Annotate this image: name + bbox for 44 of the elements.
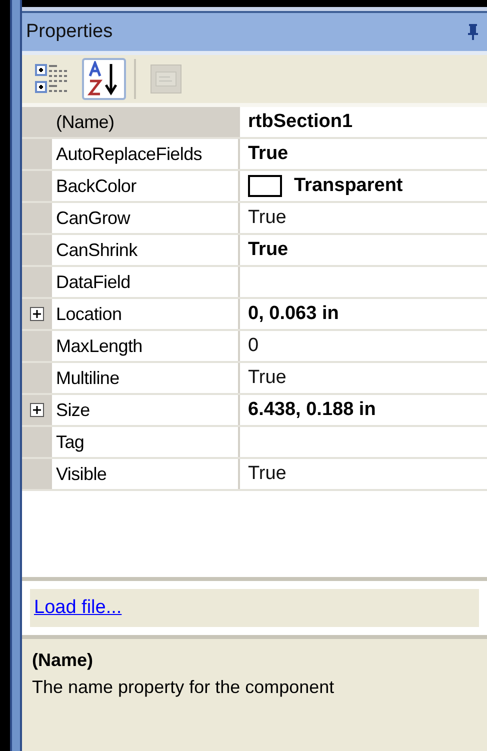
property-value: Transparent [294, 174, 403, 198]
alphabetical-button[interactable] [82, 58, 126, 100]
property-value: True [248, 462, 286, 486]
property-name: Visible [56, 462, 107, 486]
categorized-icon [35, 62, 69, 96]
property-value: 6.438, 0.188 in [248, 398, 376, 422]
property-name: AutoReplaceFields [56, 142, 202, 166]
property-name: DataField [56, 270, 130, 294]
property-row[interactable]: DataField [22, 267, 487, 299]
expand-icon[interactable] [30, 307, 44, 321]
property-row[interactable]: BackColor Transparent [22, 171, 487, 203]
expand-icon[interactable] [30, 403, 44, 417]
property-value: True [248, 206, 286, 230]
property-row[interactable]: (Name) rtbSection1 [22, 107, 487, 139]
property-name: CanGrow [56, 206, 130, 230]
property-name: (Name) [56, 110, 114, 134]
property-value: True [248, 366, 286, 390]
property-value: True [248, 142, 288, 166]
property-row[interactable]: Tag [22, 427, 487, 459]
property-name: BackColor [56, 174, 136, 198]
property-name: CanShrink [56, 238, 138, 262]
property-row[interactable]: MaxLength 0 [22, 331, 487, 363]
property-value: 0, 0.063 in [248, 302, 339, 326]
description-text: The name property for the component [32, 676, 336, 699]
property-name: Multiline [56, 366, 120, 390]
load-file-link[interactable]: Load file... [34, 594, 122, 622]
property-row[interactable]: Size 6.438, 0.188 in [22, 395, 487, 427]
property-value: rtbSection1 [248, 110, 353, 134]
property-row[interactable]: AutoReplaceFields True [22, 139, 487, 171]
property-row[interactable]: CanGrow True [22, 203, 487, 235]
property-name: MaxLength [56, 334, 142, 358]
property-name: Size [56, 398, 90, 422]
property-name: Location [56, 302, 122, 326]
property-name: Tag [56, 430, 84, 454]
panel-title: Properties [26, 20, 113, 44]
color-swatch [248, 175, 282, 197]
description-title: (Name) [32, 649, 94, 672]
property-row[interactable]: CanShrink True [22, 235, 487, 267]
property-row[interactable]: Location 0, 0.063 in [22, 299, 487, 331]
property-row[interactable]: Multiline True [22, 363, 487, 395]
property-value: True [248, 238, 288, 262]
pin-icon[interactable] [467, 23, 479, 41]
property-pages-icon [150, 64, 182, 94]
property-value: 0 [248, 334, 259, 358]
